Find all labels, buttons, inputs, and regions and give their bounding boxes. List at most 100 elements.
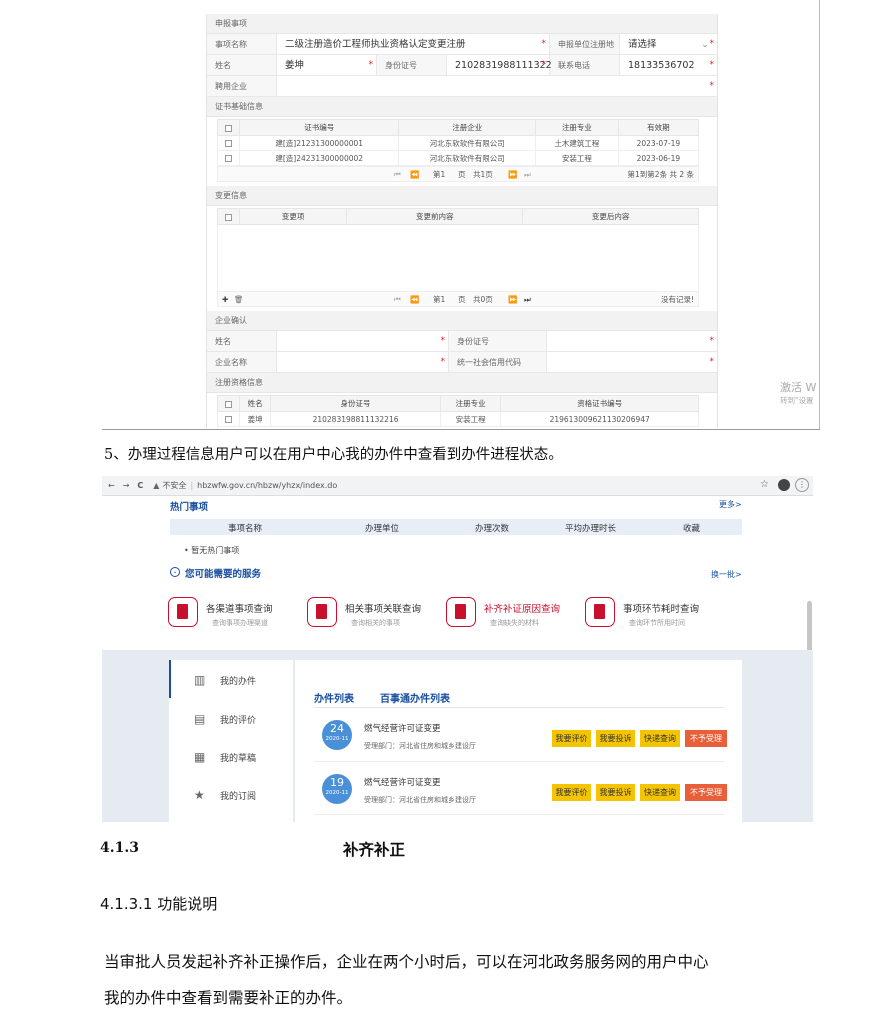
express-query-button[interactable]: 快递查询	[640, 784, 680, 801]
col-header: 变更后内容	[522, 208, 699, 225]
company-field[interactable]: *	[277, 352, 449, 372]
review-button[interactable]: 我要评价	[552, 784, 591, 801]
row-name: 姓名 姜坤 * 身份证号 2102831988111322 * 联系电话 18133…	[207, 55, 717, 76]
first-page-icon[interactable]: ⏮	[394, 292, 401, 308]
menu-item-my-cases[interactable]: ▥ 我的办件	[194, 673, 256, 687]
review-button[interactable]: 我要评价	[552, 730, 591, 747]
avatar[interactable]	[778, 479, 790, 491]
col-header: 证书编号	[238, 119, 400, 136]
tab-bst-case-list[interactable]: 百事通办件列表	[380, 690, 450, 705]
star-icon[interactable]: ☆	[760, 479, 769, 490]
back-icon[interactable]: ←	[108, 481, 115, 490]
caption-step5: 5、办理过程信息用户可以在用户中心我的办件中查看到办件进程状态。	[104, 447, 563, 463]
employer-label: 聘用企业	[207, 76, 277, 96]
col-header: 有效期	[617, 119, 700, 136]
reload-icon[interactable]: C	[137, 481, 143, 490]
col-header: 注册专业	[439, 395, 502, 412]
express-query-button[interactable]: 快递查询	[640, 730, 680, 747]
reject-button[interactable]: 不予受理	[685, 784, 727, 801]
menu-active-bar	[169, 660, 171, 698]
star-icon: ★	[194, 788, 205, 802]
more-link[interactable]: 更多>	[719, 499, 742, 510]
pager: ✚ 🗑 ⏮ ⏪ 第1 页 共0页 ⏩ ⏭ 没有记录!	[217, 291, 699, 307]
menu-item-my-subscriptions[interactable]: ★ 我的订阅	[194, 788, 256, 802]
confirm-name-field[interactable]: *	[277, 331, 449, 351]
row-checkbox[interactable]	[225, 140, 232, 147]
row-confirm-name: 姓名 * 身份证号 *	[207, 331, 717, 352]
service-title: 相关事项关联查询	[345, 604, 422, 615]
employer-field[interactable]: *	[277, 76, 717, 96]
service-card[interactable]: 补齐补证原因查询 查询缺失的材料	[446, 597, 560, 628]
delete-icon[interactable]: 🗑	[234, 292, 244, 308]
reject-button[interactable]: 不予受理	[685, 730, 727, 747]
id-label: 身份证号	[377, 55, 447, 75]
service-card[interactable]: 各渠道事项查询 查询事项办理渠道	[168, 597, 273, 628]
browser-toolbar: ← → C ▲ 不安全 | hbzwfw.gov.cn/hbzw/yhzx/in…	[102, 476, 813, 496]
case-title[interactable]: 燃气经营许可证变更	[364, 722, 441, 734]
required-mark: *	[541, 60, 547, 70]
service-card[interactable]: 事项环节耗时查询 查询环节所用时间	[585, 597, 699, 628]
required-mark: *	[541, 39, 547, 49]
first-page-icon[interactable]: ⏮	[394, 167, 401, 183]
form-screenshot: 申报事项 事项名称 二级注册造价工程师执业资格认定变更注册 * 申报单位注册地 请…	[206, 14, 718, 428]
url-divider: |	[190, 481, 194, 490]
select-all-checkbox[interactable]	[225, 400, 232, 408]
add-icon[interactable]: ✚	[222, 292, 228, 308]
table-row[interactable]: 建[造]21231300000001 河北东软软件有限公司 土木建筑工程 202…	[217, 135, 700, 151]
last-page-icon[interactable]: ⏭	[524, 292, 531, 308]
row-checkbox[interactable]	[225, 155, 232, 162]
region-select[interactable]: 请选择 ⌄ *	[620, 34, 717, 54]
table-row[interactable]: 姜坤 210283198811132216 安装工程 2196130096211…	[217, 411, 699, 427]
credit-field[interactable]: *	[547, 352, 717, 372]
service-sub: 查询事项办理渠道	[212, 619, 268, 627]
required-mark: *	[368, 60, 374, 70]
select-all-checkbox[interactable]	[225, 124, 232, 132]
cell: 河北东软软件有限公司	[398, 135, 537, 151]
cell: 安装工程	[439, 411, 502, 427]
checkbox-cell	[217, 150, 240, 166]
phone-value: 18133536702	[628, 60, 695, 71]
col-header: 姓名	[238, 395, 272, 412]
complain-button[interactable]: 我要投诉	[596, 784, 635, 801]
url-bar[interactable]: hbzwfw.gov.cn/hbzw/yhzx/index.do	[197, 481, 337, 490]
row-checkbox[interactable]	[225, 416, 232, 423]
menu-item-my-drafts[interactable]: ▦ 我的草稿	[194, 750, 256, 764]
cell: 219613009621130206947	[500, 411, 699, 427]
select-all-cell	[217, 208, 240, 225]
required-mark: *	[709, 39, 715, 49]
page-prefix: 第1	[433, 295, 446, 304]
menu-item-my-reviews[interactable]: ▤ 我的评价	[194, 712, 256, 726]
required-mark: *	[440, 357, 446, 367]
complain-button[interactable]: 我要投诉	[596, 730, 635, 747]
tab-case-list[interactable]: 办件列表	[314, 690, 354, 705]
more-menu-icon[interactable]: ⋮	[795, 478, 809, 492]
service-card[interactable]: 相关事项关联查询 查询相关的事项	[307, 597, 421, 628]
prev-page-icon[interactable]: ⏪	[410, 167, 419, 183]
books-icon: ▥	[194, 673, 206, 687]
watermark-title: 激活 W	[780, 381, 817, 394]
empty-table-body	[217, 225, 699, 291]
table-row[interactable]: 建[造]24231300000002 河北东软软件有限公司 安装工程 2023-…	[217, 150, 700, 166]
confirm-id-field[interactable]: *	[547, 331, 717, 351]
case-title[interactable]: 燃气经营许可证变更	[364, 776, 441, 788]
name-field[interactable]: 姜坤 *	[277, 55, 377, 75]
cell: 安装工程	[535, 150, 619, 166]
need-title: 您可能需要的服务	[185, 569, 262, 580]
cell: 河北东软软件有限公司	[398, 150, 537, 166]
prev-page-icon[interactable]: ⏪	[410, 292, 419, 308]
last-page-icon[interactable]: ⏭	[524, 167, 531, 183]
name-value: 姜坤	[285, 60, 305, 71]
id-field[interactable]: 2102831988111322 *	[447, 55, 552, 75]
date-badge: 24 2020-11	[322, 720, 352, 750]
select-all-checkbox[interactable]	[225, 213, 232, 221]
phone-field[interactable]: 18133536702 *	[620, 55, 717, 75]
change-batch-link[interactable]: 换一批>	[711, 569, 742, 580]
forward-icon[interactable]: →	[123, 481, 130, 490]
warning-icon: ▲	[153, 481, 160, 490]
document-edit-icon	[446, 597, 476, 627]
confirm-name-label: 姓名	[207, 331, 277, 351]
item-field[interactable]: 二级注册造价工程师执业资格认定变更注册 *	[277, 34, 550, 54]
next-page-icon[interactable]: ⏩	[508, 292, 517, 308]
reg-table: 姓名 身份证号 注册专业 资格证书编号 姜坤 21028319881113221…	[217, 395, 699, 427]
next-page-icon[interactable]: ⏩	[508, 167, 517, 183]
